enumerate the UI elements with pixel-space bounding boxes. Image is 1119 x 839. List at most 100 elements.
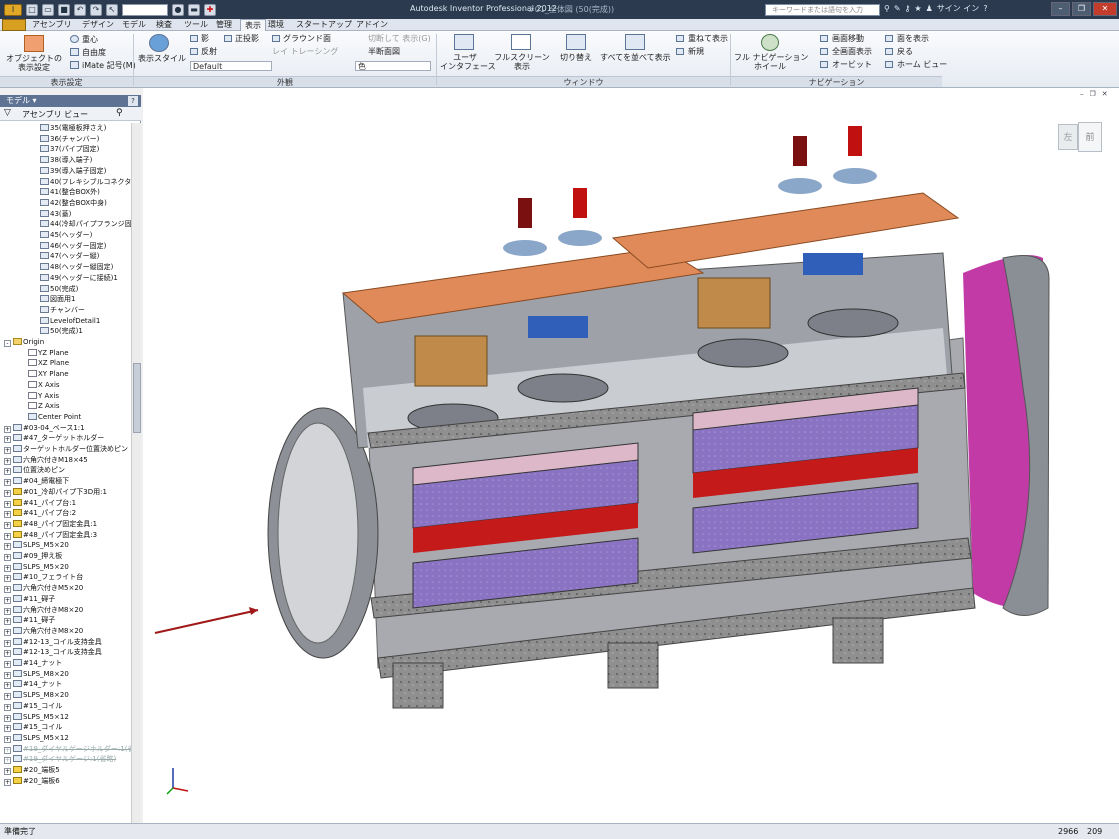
- signin-link[interactable]: サイン イン: [937, 3, 980, 14]
- filter-icon[interactable]: ▽: [4, 108, 11, 118]
- close-icon[interactable]: ✕: [1093, 2, 1117, 16]
- tree-item[interactable]: 36(チャンバー): [40, 134, 99, 145]
- tree-item[interactable]: + 六角穴付きM8×20: [4, 626, 83, 637]
- imate-button[interactable]: iMate 記号(M): [82, 61, 136, 70]
- tab-inspect[interactable]: 検査: [156, 19, 172, 31]
- tree-item[interactable]: + #12-13_コイル支持金具: [4, 637, 102, 648]
- user-icon[interactable]: ♟: [926, 4, 933, 13]
- tree-item[interactable]: 43(蓋): [40, 209, 71, 220]
- half-section-button[interactable]: 半断面図: [368, 47, 400, 56]
- viewport-restore-icon[interactable]: ❐: [1090, 90, 1096, 98]
- star-icon[interactable]: ★: [914, 4, 921, 13]
- tree-item[interactable]: 49(ヘッダーに接続)1: [40, 273, 118, 284]
- tree-item[interactable]: + #01_冷却パイプ下3D用:1: [4, 487, 107, 498]
- expand-icon[interactable]: +: [4, 575, 11, 583]
- material-icon[interactable]: ●: [172, 3, 184, 16]
- tree-item[interactable]: + #20_端板5: [4, 765, 60, 776]
- tree-item[interactable]: + #14_ナット: [4, 658, 62, 669]
- expand-icon[interactable]: +: [4, 607, 11, 615]
- browser-scrollbar[interactable]: [131, 123, 141, 823]
- expand-icon[interactable]: +: [4, 447, 11, 454]
- user-interface-button[interactable]: ユーザ インタフェース: [440, 53, 496, 71]
- select-icon[interactable]: ↖: [106, 3, 118, 16]
- tree-item[interactable]: + #41_パイプ台:1: [4, 498, 76, 509]
- tab-view[interactable]: 表示: [240, 19, 266, 31]
- expand-icon[interactable]: +: [4, 500, 11, 508]
- zoom-all-button[interactable]: 全画面表示: [832, 47, 872, 56]
- save-icon[interactable]: ■: [58, 3, 70, 16]
- expand-icon[interactable]: +: [4, 468, 11, 476]
- tree-item[interactable]: + 六角穴付きM8×20: [4, 605, 83, 616]
- app-menu-icon[interactable]: I: [4, 3, 22, 16]
- restore-icon[interactable]: ❐: [1072, 2, 1091, 16]
- switch-window-button[interactable]: 切り替え: [556, 53, 596, 62]
- tree-item[interactable]: 38(導入端子): [40, 155, 92, 166]
- color-override-dropdown[interactable]: 色: [355, 61, 431, 71]
- expand-icon[interactable]: +: [4, 489, 11, 497]
- tree-item[interactable]: + #12-13_コイル支持金具: [4, 647, 102, 658]
- tab-manage[interactable]: 管理: [216, 19, 232, 31]
- tree-item[interactable]: YZ Plane: [28, 348, 69, 359]
- dof-button[interactable]: 自由度: [82, 48, 106, 57]
- orthographic-button[interactable]: 正投影: [235, 34, 259, 43]
- viewcube-left-face[interactable]: 左: [1058, 124, 1078, 150]
- tree-item[interactable]: + #15_コイル: [4, 701, 62, 712]
- home-view-button[interactable]: ホーム ビュー: [897, 60, 947, 69]
- tree-item[interactable]: 35(電極板押さえ): [40, 123, 106, 134]
- ground-plane-button[interactable]: グラウンド面: [283, 34, 331, 43]
- expand-icon[interactable]: +: [4, 778, 11, 786]
- expand-icon[interactable]: +: [4, 735, 11, 743]
- tree-item[interactable]: 37(パイプ固定): [40, 144, 99, 155]
- raytracing-button[interactable]: レイ トレーシング: [272, 47, 338, 56]
- application-menu-button[interactable]: [2, 19, 26, 31]
- fullscreen-button[interactable]: フルスクリーン 表示: [494, 53, 550, 71]
- reflections-button[interactable]: 反射: [201, 47, 217, 56]
- graphics-window[interactable]: – ❐ ✕ 左 前: [143, 88, 1119, 823]
- tree-item[interactable]: + #11_碍子: [4, 594, 55, 605]
- tree-item[interactable]: 50(完成)1: [40, 326, 83, 337]
- tree-item[interactable]: + #41_パイプ台:2: [4, 508, 76, 519]
- expand-icon[interactable]: +: [4, 521, 11, 529]
- tree-item[interactable]: Y Axis: [28, 391, 59, 402]
- expand-icon[interactable]: +: [4, 554, 11, 561]
- minimize-icon[interactable]: –: [1051, 2, 1070, 16]
- object-visibility-button[interactable]: オブジェクトの 表示設定: [4, 54, 64, 72]
- expand-icon[interactable]: +: [4, 425, 11, 433]
- tree-item[interactable]: + SLPS_M5×12: [4, 733, 69, 744]
- expand-icon[interactable]: +: [4, 596, 11, 604]
- cutaway-button[interactable]: 切断して 表示(G): [368, 34, 431, 43]
- expand-icon[interactable]: +: [4, 639, 11, 647]
- tree-item[interactable]: XY Plane: [28, 369, 69, 380]
- tree-item[interactable]: 48(ヘッダー縦固定): [40, 262, 113, 273]
- arrange-all-button[interactable]: すべてを並べて表示: [600, 53, 671, 62]
- expand-icon[interactable]: +: [4, 650, 11, 658]
- expand-icon[interactable]: +: [4, 746, 11, 754]
- expand-icon[interactable]: +: [4, 618, 11, 626]
- expand-icon[interactable]: +: [4, 757, 11, 765]
- expand-icon[interactable]: +: [4, 682, 11, 690]
- expand-icon[interactable]: +: [4, 511, 11, 519]
- undo-icon[interactable]: ↶: [74, 3, 86, 16]
- viewport-close-icon[interactable]: ✕: [1102, 90, 1108, 98]
- project-dropdown[interactable]: [122, 3, 168, 16]
- expand-icon[interactable]: +: [4, 436, 11, 444]
- orbit-button[interactable]: オービット: [832, 60, 872, 69]
- tree-item[interactable]: + 位置決めピン: [4, 465, 65, 476]
- expand-icon[interactable]: +: [4, 693, 11, 701]
- expand-icon[interactable]: +: [4, 714, 11, 722]
- find-icon[interactable]: ⚲: [116, 108, 123, 118]
- tab-assembly[interactable]: アセンブリ: [32, 19, 72, 31]
- tree-item[interactable]: + #04_締電極下: [4, 476, 69, 487]
- tree-item[interactable]: 40(フレキシブルコネクタ): [40, 177, 131, 188]
- expand-icon[interactable]: +: [4, 532, 11, 540]
- expand-icon[interactable]: -: [4, 340, 11, 347]
- tree-item[interactable]: + #11_碍子: [4, 615, 55, 626]
- tree-item[interactable]: + SLPS_M5×20: [4, 562, 69, 573]
- expand-icon[interactable]: +: [4, 543, 11, 551]
- tree-item[interactable]: + SLPS_M5×20: [4, 540, 69, 551]
- tree-item[interactable]: XZ Plane: [28, 358, 69, 369]
- new-window-button[interactable]: 新規: [688, 47, 704, 56]
- search-input[interactable]: キーワードまたは語句を入力: [765, 4, 880, 16]
- tree-item[interactable]: 42(整合BOX中身): [40, 198, 107, 209]
- tree-item[interactable]: + #15_コイル: [4, 722, 62, 733]
